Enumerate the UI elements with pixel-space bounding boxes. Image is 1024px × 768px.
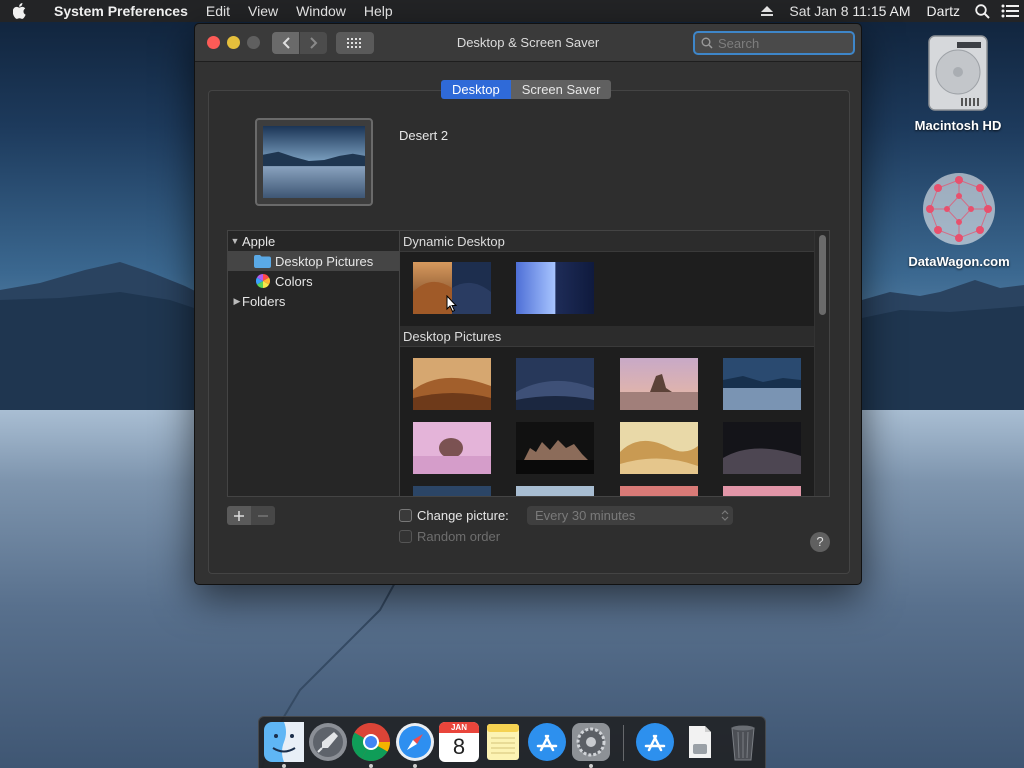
section-header-desktop-pictures: Desktop Pictures — [400, 326, 815, 347]
menu-help[interactable]: Help — [355, 0, 402, 22]
safari-icon[interactable] — [395, 722, 435, 762]
search-input[interactable] — [718, 35, 838, 51]
calendar-icon[interactable]: JAN 8 — [439, 722, 479, 762]
eject-icon[interactable] — [753, 0, 781, 22]
tab-screen-saver[interactable]: Screen Saver — [510, 80, 612, 99]
wallpaper-tile-night-town[interactable] — [516, 422, 594, 474]
wallpaper-tile-solar-gradient[interactable] — [516, 262, 594, 314]
dock-separator — [623, 725, 624, 761]
sidebar-group-label: Folders — [242, 293, 286, 309]
sidebar-item-label: Desktop Pictures — [275, 253, 374, 269]
running-indicator — [413, 764, 417, 768]
disclosure-triangle-right-icon[interactable]: ▶ — [232, 296, 242, 307]
menu-edit[interactable]: Edit — [197, 0, 239, 22]
notes-icon[interactable] — [483, 722, 523, 762]
wallpaper-tile-mojave-day[interactable] — [413, 358, 491, 410]
menu-view[interactable]: View — [239, 0, 287, 22]
apple-icon[interactable] — [0, 0, 40, 22]
add-folder-button[interactable] — [227, 506, 251, 525]
change-picture-label: Change picture: — [417, 508, 509, 523]
random-order-label: Random order — [417, 529, 501, 544]
hard-drive-icon — [928, 35, 988, 111]
app-store-download-icon[interactable] — [635, 722, 675, 762]
random-order-option: Random order — [399, 529, 500, 544]
gallery-scrollbar[interactable] — [814, 231, 829, 496]
running-indicator — [282, 764, 286, 768]
menu-app-name[interactable]: System Preferences — [40, 0, 197, 22]
desktop-icon-macintosh-hd[interactable]: Macintosh HD — [908, 34, 1008, 133]
tab-bar: Desktop Screen Saver — [441, 80, 612, 99]
folder-icon — [254, 254, 271, 268]
change-picture-option: Change picture: — [399, 508, 509, 523]
chrome-icon[interactable] — [351, 722, 391, 762]
launchpad-icon[interactable] — [308, 722, 348, 762]
running-indicator — [589, 764, 593, 768]
wallpaper-tile-dunes-day[interactable] — [620, 422, 698, 474]
random-order-checkbox — [399, 530, 412, 543]
remove-folder-button[interactable] — [251, 506, 275, 525]
user-name[interactable]: Dartz — [919, 0, 968, 22]
wallpaper-tile-partial-3[interactable] — [620, 486, 698, 497]
search-field[interactable] — [693, 31, 855, 55]
mouse-cursor-icon — [446, 295, 458, 313]
interval-value: Every 30 minutes — [535, 508, 636, 523]
calendar-day: 8 — [452, 734, 466, 759]
running-indicator — [369, 764, 373, 768]
title-bar[interactable]: Desktop & Screen Saver — [195, 24, 861, 62]
finder-icon[interactable] — [264, 722, 304, 762]
notification-center-icon[interactable] — [996, 0, 1024, 22]
section-header-dynamic-desktop: Dynamic Desktop — [400, 231, 815, 252]
picture-gallery: Dynamic Desktop Desktop Pictures — [399, 230, 830, 497]
menu-window[interactable]: Window — [287, 0, 355, 22]
trash-icon[interactable] — [723, 722, 763, 762]
add-remove-buttons — [227, 506, 275, 525]
calendar-month: JAN — [439, 722, 479, 733]
desktop-screensaver-window: Desktop & Screen Saver Desktop Screen Sa… — [194, 23, 862, 585]
sidebar-item-desktop-pictures[interactable]: Desktop Pictures — [228, 251, 399, 271]
wallpaper-tile-mojave-night[interactable] — [516, 358, 594, 410]
menu-bar: System Preferences Edit View Window Help… — [0, 0, 1024, 22]
wallpaper-tile-partial-2[interactable] — [516, 486, 594, 497]
change-picture-checkbox[interactable] — [399, 509, 412, 522]
search-icon — [701, 37, 713, 49]
dock: JAN 8 — [258, 716, 766, 768]
wallpaper-tile-pink-rock[interactable] — [413, 422, 491, 474]
sidebar-item-label: Colors — [275, 273, 313, 289]
desktop-icon-label: Macintosh HD — [914, 118, 1002, 133]
molecule-logo-icon — [923, 173, 995, 245]
color-wheel-icon — [256, 274, 270, 288]
sidebar-item-colors[interactable]: Colors — [228, 271, 399, 291]
app-store-icon[interactable] — [527, 722, 567, 762]
current-picture-name: Desert 2 — [399, 128, 449, 143]
desktop-icon-label: DataWagon.com — [908, 254, 1010, 269]
desktop-icon-datawagon[interactable]: DataWagon.com — [900, 168, 1018, 269]
sidebar-group-folders[interactable]: ▶ Folders — [228, 291, 399, 311]
updown-arrows-icon — [721, 510, 729, 521]
tab-desktop[interactable]: Desktop — [441, 80, 511, 99]
help-button[interactable]: ? — [810, 532, 830, 552]
wallpaper-tile-dunes-night[interactable] — [723, 422, 801, 474]
plus-icon — [234, 510, 244, 521]
spotlight-search-icon[interactable] — [968, 0, 996, 22]
system-preferences-icon[interactable] — [571, 722, 611, 762]
wallpaper-tile-rock[interactable] — [620, 358, 698, 410]
source-list: ▼ Apple Desktop Pictures Colors ▶ Folder… — [227, 230, 399, 497]
wallpaper-tile-desert-2[interactable] — [723, 358, 801, 410]
wallpaper-tile-partial-1[interactable] — [413, 486, 491, 497]
interval-select: Every 30 minutes — [527, 506, 733, 525]
clock[interactable]: Sat Jan 8 11:15 AM — [781, 0, 918, 22]
documents-folder-icon[interactable] — [679, 722, 719, 762]
sidebar-group-apple[interactable]: ▼ Apple — [228, 231, 399, 251]
minus-icon — [258, 514, 268, 517]
current-picture-preview — [255, 118, 373, 206]
scrollbar-knob[interactable] — [819, 235, 826, 315]
wallpaper-tile-partial-4[interactable] — [723, 486, 801, 497]
disclosure-triangle-down-icon[interactable]: ▼ — [228, 236, 242, 246]
sidebar-group-label: Apple — [242, 233, 276, 249]
